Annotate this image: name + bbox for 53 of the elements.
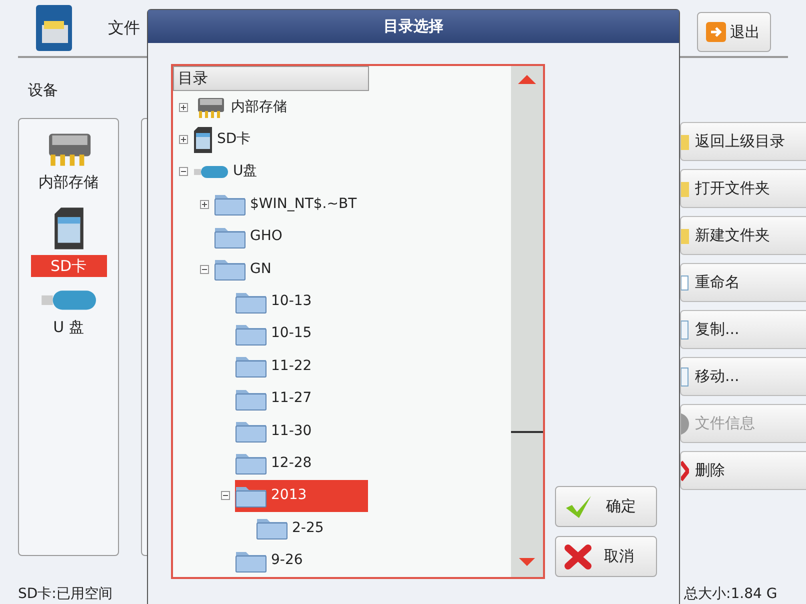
expand-toggle[interactable] [179,135,188,144]
collapse-toggle[interactable] [221,491,230,500]
folder-icon [235,451,267,476]
action-button[interactable]: 重命名 [680,263,806,302]
action-button[interactable]: 打开文件夹 [680,169,806,208]
tree-item[interactable]: U盘 [193,156,266,188]
tree-item[interactable]: SD卡 [193,123,259,156]
tree-item[interactable]: 2013 [235,480,368,512]
column-header: 目录 [173,66,369,91]
exit-icon [706,22,726,42]
app-title: 文件 [108,17,140,39]
tree-item[interactable]: 10-15 [235,318,320,350]
action-button[interactable]: 返回上级目录 [680,122,806,161]
status-text: 总大小:1.84 G [684,585,778,604]
device-item[interactable]: SD卡 [30,206,106,278]
action-button[interactable]: 删除 [680,451,806,490]
exit-button[interactable]: 退出 [697,12,771,52]
tree-item[interactable]: 12-28 [235,447,320,480]
usb-drive-icon [40,289,98,312]
tree-item[interactable]: 11-27 [235,382,320,415]
tree-item[interactable]: GHO [214,220,290,253]
ok-button[interactable]: 确定 [555,486,657,527]
section-label: 设备 [28,81,58,99]
action-button[interactable]: 新建文件夹 [680,216,806,255]
folder-icon [235,354,267,378]
folder-icon [235,419,267,444]
scrollbar[interactable] [511,66,543,577]
collapse-toggle[interactable] [179,167,188,176]
dialog-title: 目录选择 [384,16,444,38]
device-item[interactable]: U 盘 [40,289,98,338]
expand-toggle[interactable] [179,102,188,112]
tree-item[interactable]: 9-26 [235,544,311,577]
folder-icon [256,516,288,540]
folder-icon [214,192,246,216]
tree-item[interactable]: 内部存储 [193,91,295,124]
tree-item[interactable]: 2-25 [256,512,332,544]
sd-card-icon [193,126,213,154]
cancel-button[interactable]: 取消 [555,536,657,577]
file-cabinet-icon [34,3,74,53]
action-button[interactable]: 移动... [680,357,806,396]
usb-drive-icon [193,164,229,179]
tree-item[interactable]: $WIN_NT$.~BT [214,188,365,221]
tree-item[interactable]: 11-22 [235,350,320,383]
folder-icon [214,257,246,282]
device-item[interactable]: 内部存储 [30,129,106,194]
tree-item[interactable]: 10-13 [235,285,320,318]
sd-card-icon [52,206,84,251]
collapse-toggle[interactable] [200,264,209,274]
expand-toggle[interactable] [200,200,209,209]
action-button[interactable]: 复制... [680,310,806,349]
status-text: SD卡:已用空间 [18,585,112,604]
tree-item[interactable]: 11-30 [235,414,320,448]
tree-item[interactable]: GN [214,252,280,286]
